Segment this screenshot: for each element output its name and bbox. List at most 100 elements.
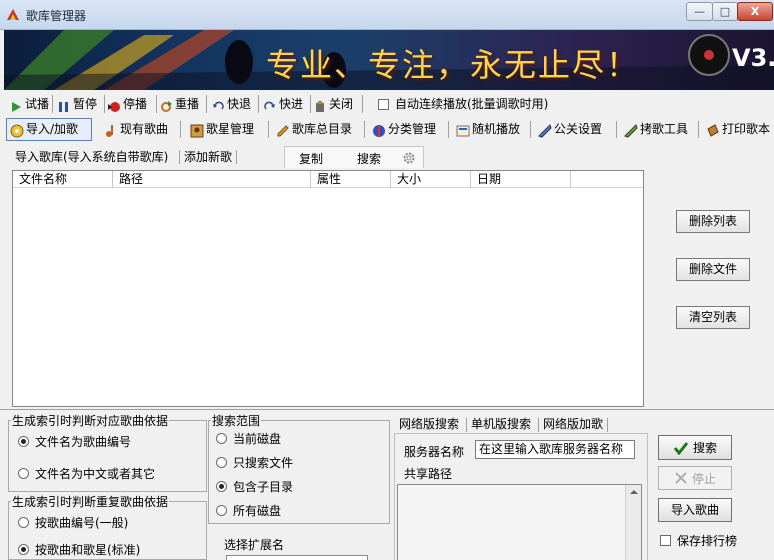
radio-all-disks[interactable] (216, 505, 227, 516)
auto-play-check-box[interactable] (378, 98, 389, 110)
replay-button[interactable]: 重播 (160, 93, 199, 115)
song-catalog-button[interactable]: 歌库总目录 (272, 118, 356, 141)
radio-file-chinese[interactable] (18, 468, 29, 479)
public-settings-button[interactable]: 公关设置 (534, 118, 606, 141)
extension-select[interactable] (226, 555, 368, 560)
file-list[interactable]: 文件名称 路径 属性 大小 日期 (12, 170, 644, 407)
column-header[interactable]: 文件名称 (13, 171, 113, 188)
stop-button[interactable]: 停播 (108, 93, 147, 115)
column-header[interactable]: 大小 (391, 171, 471, 188)
delete-list-button[interactable]: 删除列表 (676, 210, 750, 233)
option-by-number-label: 按歌曲编号(一般) (35, 516, 129, 530)
radio-by-number[interactable] (18, 517, 29, 528)
auto-play-label: 自动连续播放(批量调歌时用) (395, 97, 549, 111)
server-name-input[interactable]: 在这里输入歌库服务器名称 (475, 440, 635, 459)
import-button[interactable]: 导入/加歌 (6, 118, 92, 141)
column-header[interactable]: 日期 (471, 171, 571, 188)
radio-include-subdir[interactable] (216, 481, 227, 492)
option-include-subdir[interactable]: 包含子目录 (216, 478, 293, 495)
separator (310, 95, 311, 113)
pause-button[interactable]: 暂停 (58, 93, 97, 115)
tab-net-search[interactable]: 网络版搜索 (399, 416, 459, 433)
pause-icon (58, 98, 70, 112)
server-name-label: 服务器名称 (404, 445, 465, 459)
stop-search-label: 停止 (691, 471, 716, 486)
auto-play-checkbox[interactable]: 自动连续播放(批量调歌时用) (378, 93, 548, 115)
minimize-button[interactable]: — (686, 2, 713, 21)
duplicate-basis-legend: 生成索引时判断重复歌曲依据 (12, 495, 169, 509)
separator (538, 418, 539, 432)
search-tab-button[interactable]: 搜索 (357, 150, 381, 168)
scroll-up-icon[interactable] (626, 485, 642, 499)
separator (236, 150, 237, 164)
separator (156, 95, 157, 113)
option-all-disks-label: 所有磁盘 (233, 504, 282, 518)
category-manage-button[interactable]: 分类管理 (368, 118, 440, 141)
separator (104, 95, 105, 113)
option-only-files[interactable]: 只搜索文件 (216, 454, 293, 471)
play-button[interactable]: 试播 (10, 93, 49, 115)
copy-tool-button[interactable]: 拷歌工具 (620, 118, 692, 141)
stop-search-button[interactable]: 停止 (658, 466, 732, 490)
gear-icon[interactable] (402, 151, 416, 165)
clear-list-button[interactable]: 清空列表 (676, 306, 750, 329)
random-play-button[interactable]: 随机播放 (452, 118, 524, 141)
option-by-song-singer[interactable]: 按歌曲和歌星(标准) (18, 541, 140, 558)
radio-only-files[interactable] (216, 457, 227, 468)
column-header[interactable]: 路径 (113, 171, 311, 188)
print-songbook-label: 打印歌本 (722, 122, 771, 136)
save-ranking-checkbox[interactable]: 保存排行榜 (660, 532, 737, 549)
tab-single-search[interactable]: 单机版搜索 (471, 416, 531, 433)
file-list-header: 文件名称 路径 属性 大小 日期 (13, 171, 643, 188)
replay-label: 重播 (175, 97, 200, 111)
option-only-files-label: 只搜索文件 (233, 456, 294, 470)
public-settings-label: 公关设置 (554, 122, 603, 136)
random-play-icon (456, 124, 470, 136)
copy-button[interactable]: 复制 (299, 150, 323, 168)
banner-slogan: 专业、专注，永无止尽！ (266, 46, 641, 84)
tab-net-add[interactable]: 网络版加歌 (543, 416, 603, 433)
existing-songs-label: 现有歌曲 (120, 122, 169, 136)
stop-label: 停播 (123, 97, 148, 111)
option-current-disk[interactable]: 当前磁盘 (216, 430, 281, 447)
window-title: 歌库管理器 (26, 9, 87, 23)
radio-file-number[interactable] (18, 436, 29, 447)
option-all-disks[interactable]: 所有磁盘 (216, 502, 281, 519)
search-button[interactable]: 搜索 (658, 435, 732, 460)
option-by-number[interactable]: 按歌曲编号(一般) (18, 514, 128, 531)
singer-card-icon (190, 124, 204, 137)
separator (206, 95, 207, 113)
column-header[interactable]: 属性 (311, 171, 391, 188)
delete-file-button[interactable]: 删除文件 (676, 258, 750, 281)
extension-label: 选择扩展名 (224, 538, 285, 552)
maximize-button[interactable]: □ (712, 2, 738, 21)
copy-tool-label: 拷歌工具 (640, 122, 689, 136)
main-toolbar: 导入/加歌 现有歌曲 歌星管理 歌库总目录 分类管理 随机播放 公关设置 拷歌工… (6, 118, 774, 141)
close-player-button[interactable]: 关闭 (314, 93, 353, 115)
rewind-label: 快退 (227, 97, 252, 111)
radio-by-song-singer[interactable] (18, 544, 29, 555)
close-button[interactable]: X (737, 2, 773, 21)
singer-manage-button[interactable]: 歌星管理 (186, 118, 258, 141)
forward-button[interactable]: 快进 (264, 93, 303, 115)
banner: 专业、专注，永无止尽！ V3. (4, 30, 774, 90)
option-include-subdir-label: 包含子目录 (233, 480, 294, 494)
index-basis-legend: 生成索引时判断对应歌曲依据 (12, 414, 169, 428)
tab-add-new[interactable]: 添加新歌 (184, 148, 232, 166)
separator (364, 121, 365, 138)
save-ranking-label: 保存排行榜 (677, 534, 738, 548)
existing-songs-button[interactable]: 现有歌曲 (100, 118, 172, 141)
import-songs-button[interactable]: 导入歌曲 (658, 498, 732, 522)
search-button-label: 搜索 (692, 441, 717, 455)
save-ranking-check-box[interactable] (660, 535, 671, 546)
share-path-list[interactable] (397, 484, 642, 560)
print-songbook-button[interactable]: 打印歌本 (702, 118, 774, 141)
settings-tool-icon (538, 123, 552, 138)
option-file-number[interactable]: 文件名为歌曲编号 (18, 433, 131, 450)
music-note-icon (104, 124, 116, 137)
scrollbar[interactable] (625, 485, 641, 560)
option-file-chinese[interactable]: 文件名为中文或者其它 (18, 465, 155, 482)
radio-current-disk[interactable] (216, 433, 227, 444)
tab-import-library[interactable]: 导入歌库(导入系统自带歌库) (15, 148, 168, 166)
rewind-button[interactable]: 快退 (212, 93, 251, 115)
